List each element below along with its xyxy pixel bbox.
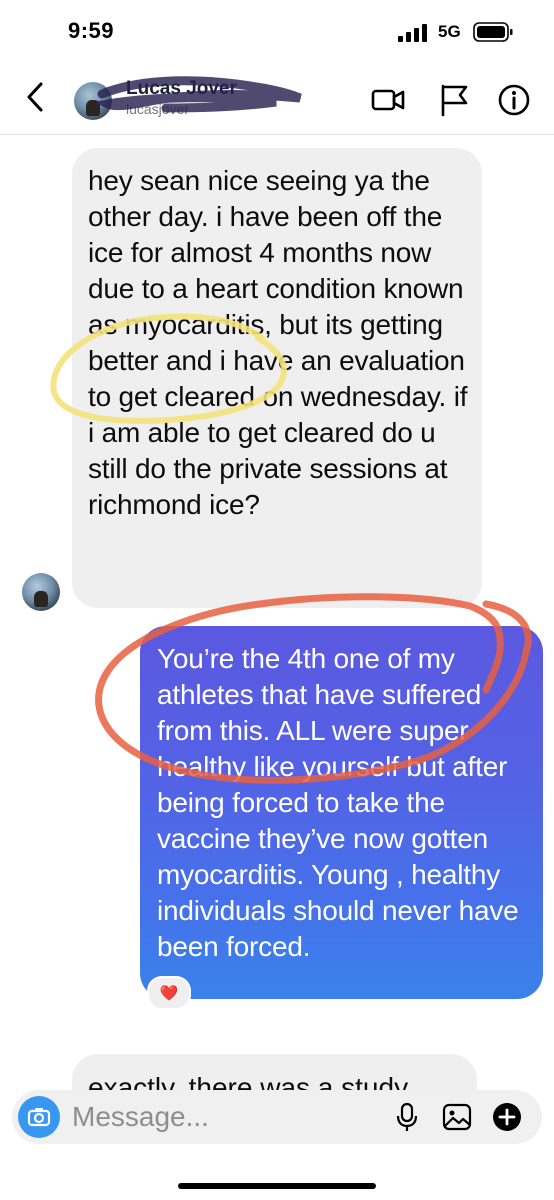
camera-icon (27, 1108, 51, 1127)
battery-icon (473, 22, 513, 42)
status-time: 9:59 (68, 18, 115, 43)
video-camera-icon[interactable] (370, 82, 406, 118)
chat-header: Lucas Jover lucasjover (0, 66, 554, 135)
outgoing-message-text: You’re the 4th one of my athletes that h… (157, 643, 519, 962)
info-icon[interactable] (496, 82, 532, 118)
add-plus-icon[interactable] (490, 1100, 524, 1134)
status-bar: 9:59 5G (0, 0, 554, 66)
message-composer (12, 1090, 542, 1144)
sender-avatar[interactable] (22, 573, 60, 611)
microphone-icon[interactable] (390, 1100, 424, 1134)
message-input[interactable] (72, 1098, 372, 1136)
home-indicator[interactable] (178, 1183, 376, 1189)
gallery-icon[interactable] (440, 1100, 474, 1134)
redaction-scribble (96, 76, 302, 113)
network-type: 5G (438, 22, 461, 41)
back-chevron-icon[interactable] (22, 80, 48, 114)
heart-reaction-icon[interactable]: ❤️ (147, 976, 191, 1010)
camera-button[interactable] (18, 1096, 60, 1138)
cellular-signal-icon (398, 24, 427, 42)
incoming-message-text: hey sean nice seeing ya the other day. i… (88, 165, 468, 520)
flag-icon[interactable] (436, 82, 472, 118)
